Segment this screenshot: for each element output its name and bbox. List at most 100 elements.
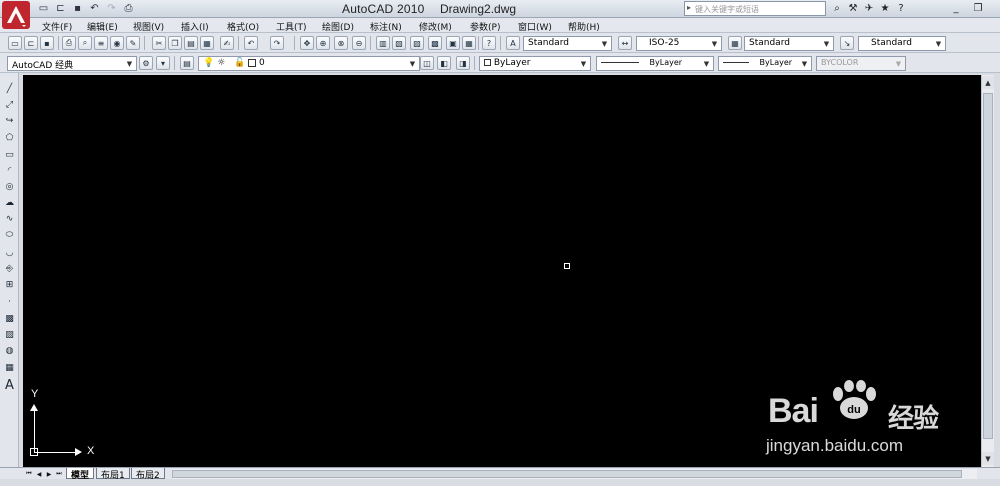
tab-model[interactable]: 模型 bbox=[66, 468, 95, 481]
zoom-previous-icon[interactable]: ⊖ bbox=[352, 36, 366, 50]
help-icon[interactable]: ? bbox=[482, 36, 496, 50]
communication-center-icon[interactable]: ✈ bbox=[862, 1, 876, 16]
minimize-button[interactable]: _ bbox=[945, 1, 967, 15]
horizontal-scroll-thumb[interactable] bbox=[172, 470, 962, 478]
point-icon[interactable]: · bbox=[2, 295, 17, 309]
pan-icon[interactable]: ✥ bbox=[300, 36, 314, 50]
menu-edit[interactable]: 编辑(E) bbox=[87, 20, 118, 33]
redo-icon[interactable]: ↷ bbox=[270, 36, 284, 50]
undo-icon[interactable]: ↶ bbox=[87, 1, 102, 16]
table-icon[interactable]: ▦ bbox=[2, 361, 17, 375]
zoom-realtime-icon[interactable]: ⊕ bbox=[316, 36, 330, 50]
workspace-icon[interactable]: ▾ bbox=[156, 56, 170, 70]
multileader-style-select[interactable]: Standard ▼ bbox=[858, 36, 946, 51]
match-properties-icon[interactable]: ✍ bbox=[220, 36, 234, 50]
favorites-icon[interactable]: ★ bbox=[878, 1, 892, 16]
vertical-scrollbar[interactable]: ▲ ▼ bbox=[981, 75, 994, 467]
menu-help[interactable]: 帮助(H) bbox=[568, 20, 600, 33]
region-icon[interactable]: ◍ bbox=[2, 344, 17, 358]
cut-icon[interactable]: ✂ bbox=[152, 36, 166, 50]
tab-layout1[interactable]: 布局1 bbox=[96, 468, 130, 481]
workspace-select[interactable]: AutoCAD 经典 ▼ bbox=[7, 56, 137, 71]
circle-icon[interactable]: ◎ bbox=[2, 180, 17, 194]
polygon-icon[interactable]: ⬠ bbox=[2, 131, 17, 145]
multileader-style-icon[interactable]: ↘ bbox=[840, 36, 854, 50]
properties-icon[interactable]: ▥ bbox=[376, 36, 390, 50]
plot-icon[interactable]: ⎙ bbox=[121, 1, 136, 16]
open-icon[interactable]: ⊏ bbox=[53, 1, 68, 16]
dim-style-select[interactable]: ISO-25 ▼ bbox=[636, 36, 722, 51]
drawing-canvas[interactable]: Y X bbox=[23, 75, 981, 467]
scroll-down-icon[interactable]: ▼ bbox=[982, 452, 994, 465]
sheet-set-icon[interactable]: ▩ bbox=[428, 36, 442, 50]
menu-window[interactable]: 窗口(W) bbox=[518, 20, 552, 33]
scroll-thumb[interactable] bbox=[983, 93, 993, 439]
menu-file[interactable]: 文件(F) bbox=[42, 20, 72, 33]
ellipse-arc-icon[interactable]: ◡ bbox=[2, 246, 17, 260]
menu-insert[interactable]: 插入(I) bbox=[181, 20, 209, 33]
make-object-layer-current-icon[interactable]: ◫ bbox=[420, 56, 434, 70]
color-select[interactable]: ByLayer ▼ bbox=[479, 56, 591, 71]
redo-icon[interactable]: ↷ bbox=[104, 1, 119, 16]
open-icon[interactable]: ⊏ bbox=[24, 36, 38, 50]
horizontal-scrollbar[interactable] bbox=[172, 469, 977, 479]
text-style-select[interactable]: Standard ▼ bbox=[523, 36, 612, 51]
ellipse-icon[interactable]: ⬭ bbox=[2, 228, 17, 242]
insert-block-icon[interactable]: ⎆ bbox=[2, 262, 17, 276]
workspace-settings-icon[interactable]: ⚙ bbox=[139, 56, 153, 70]
paste-icon[interactable]: ▤ bbox=[184, 36, 198, 50]
table-style-select[interactable]: Standard ▼ bbox=[744, 36, 834, 51]
paste-block-icon[interactable]: ▦ bbox=[200, 36, 214, 50]
linetype-select[interactable]: ByLayer ▼ bbox=[596, 56, 714, 71]
menu-parametric[interactable]: 参数(P) bbox=[470, 20, 500, 33]
layer-previous-icon[interactable]: ◧ bbox=[437, 56, 451, 70]
table-style-icon[interactable]: ▦ bbox=[728, 36, 742, 50]
tool-palettes-icon[interactable]: ▨ bbox=[410, 36, 424, 50]
spline-icon[interactable]: ∿ bbox=[2, 212, 17, 226]
line-icon[interactable]: ╱ bbox=[2, 82, 17, 96]
search-input[interactable]: 键入关键字或短语 bbox=[684, 1, 826, 16]
markup-icon[interactable]: ▣ bbox=[446, 36, 460, 50]
gradient-icon[interactable]: ▨ bbox=[2, 328, 17, 342]
make-block-icon[interactable]: ⊞ bbox=[2, 278, 17, 292]
arc-icon[interactable]: ◜ bbox=[2, 164, 17, 178]
search-icon[interactable]: ⌕ bbox=[830, 1, 844, 16]
menu-modify[interactable]: 修改(M) bbox=[419, 20, 452, 33]
etransmit-icon[interactable]: ✎ bbox=[126, 36, 140, 50]
last-tab-icon[interactable]: ⏭ bbox=[54, 469, 64, 479]
next-tab-icon[interactable]: ▶ bbox=[44, 469, 54, 479]
layer-states-icon[interactable]: ◨ bbox=[456, 56, 470, 70]
tab-layout2[interactable]: 布局2 bbox=[131, 468, 165, 481]
menu-tools[interactable]: 工具(T) bbox=[276, 20, 307, 33]
revision-cloud-icon[interactable]: ☁ bbox=[2, 196, 17, 210]
scroll-up-icon[interactable]: ▲ bbox=[982, 76, 994, 89]
layer-properties-icon[interactable]: ▤ bbox=[180, 56, 194, 70]
new-icon[interactable]: ▭ bbox=[36, 1, 51, 16]
copy-icon[interactable]: ❐ bbox=[168, 36, 182, 50]
undo-icon[interactable]: ↶ bbox=[244, 36, 258, 50]
plot-preview-icon[interactable]: ⌕ bbox=[78, 36, 92, 50]
polyline-icon[interactable]: ↪ bbox=[2, 114, 17, 128]
zoom-window-icon[interactable]: ⊗ bbox=[334, 36, 348, 50]
restore-button[interactable]: ❐ bbox=[967, 1, 989, 15]
subscription-center-icon[interactable]: ⚒ bbox=[846, 1, 860, 16]
menu-view[interactable]: 视图(V) bbox=[133, 20, 164, 33]
plotstyle-select[interactable]: BYCOLOR ▼ bbox=[816, 56, 906, 71]
hatch-icon[interactable]: ▩ bbox=[2, 312, 17, 326]
multiline-text-icon[interactable]: A bbox=[2, 378, 17, 393]
design-center-icon[interactable]: ▧ bbox=[392, 36, 406, 50]
rectangle-icon[interactable]: ▭ bbox=[2, 148, 17, 162]
save-icon[interactable]: ▪ bbox=[40, 36, 54, 50]
lineweight-select[interactable]: ByLayer ▼ bbox=[718, 56, 812, 71]
menu-format[interactable]: 格式(O) bbox=[227, 20, 259, 33]
publish-icon[interactable]: ≡ bbox=[94, 36, 108, 50]
save-icon[interactable]: ▪ bbox=[70, 1, 85, 16]
plot-icon[interactable]: ⎙ bbox=[62, 36, 76, 50]
text-style-icon[interactable]: A bbox=[506, 36, 520, 50]
qnew-icon[interactable]: ▭ bbox=[8, 36, 22, 50]
layer-select[interactable]: 💡 ☼ 🔓 0 ▼ bbox=[198, 56, 420, 71]
construction-line-icon[interactable]: ⤢ bbox=[2, 98, 17, 112]
autocad-logo-icon[interactable] bbox=[2, 1, 30, 29]
calculator-icon[interactable]: ▦ bbox=[462, 36, 476, 50]
help-icon[interactable]: ? bbox=[894, 1, 908, 16]
